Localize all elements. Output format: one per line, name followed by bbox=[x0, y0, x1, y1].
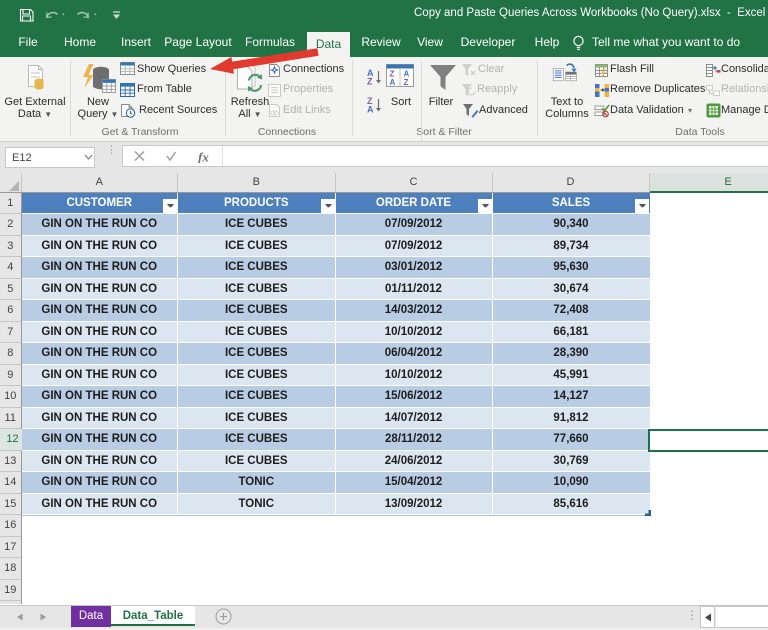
svg-text:Z: Z bbox=[404, 78, 409, 87]
svg-text:A: A bbox=[390, 78, 396, 87]
svg-text:Z: Z bbox=[367, 77, 373, 86]
svg-text:A: A bbox=[367, 105, 374, 114]
svg-text:fx: fx bbox=[198, 150, 209, 163]
